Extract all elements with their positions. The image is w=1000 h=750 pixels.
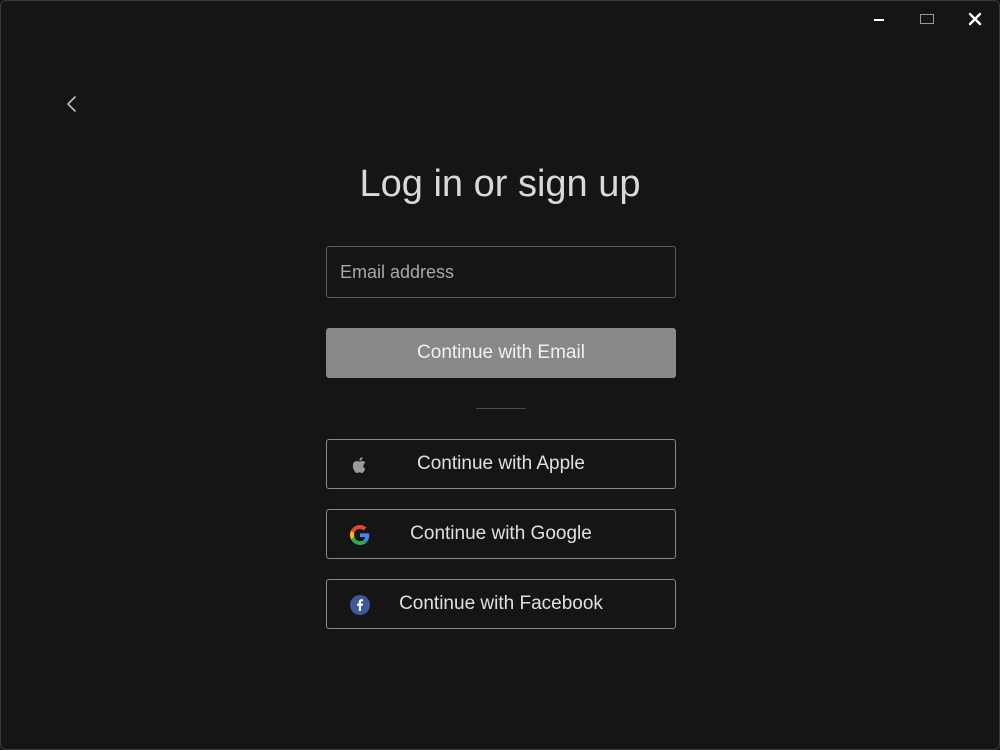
close-icon [968, 12, 982, 31]
facebook-button-label: Continue with Facebook [399, 593, 603, 614]
chevron-left-icon [65, 94, 79, 119]
google-button-label: Continue with Google [410, 523, 592, 544]
back-button[interactable] [59, 93, 85, 119]
minimize-button[interactable] [855, 1, 903, 41]
maximize-icon [919, 12, 935, 31]
close-button[interactable] [951, 1, 999, 41]
continue-with-email-button[interactable]: Continue with Email [326, 328, 676, 378]
facebook-icon [349, 594, 371, 616]
apple-icon [349, 454, 371, 476]
email-field[interactable] [326, 246, 676, 298]
divider [476, 408, 526, 409]
apple-button-label: Continue with Apple [417, 453, 585, 474]
page-title: Log in or sign up [359, 163, 641, 205]
maximize-button[interactable] [903, 1, 951, 41]
continue-with-apple-button[interactable]: Continue with Apple [326, 439, 676, 489]
continue-with-facebook-button[interactable]: Continue with Facebook [326, 579, 676, 629]
continue-with-google-button[interactable]: Continue with Google [326, 509, 676, 559]
google-icon [349, 524, 371, 546]
app-window: Log in or sign up Continue with Email Co… [0, 0, 1000, 750]
minimize-icon [873, 12, 885, 30]
window-controls [855, 1, 999, 41]
